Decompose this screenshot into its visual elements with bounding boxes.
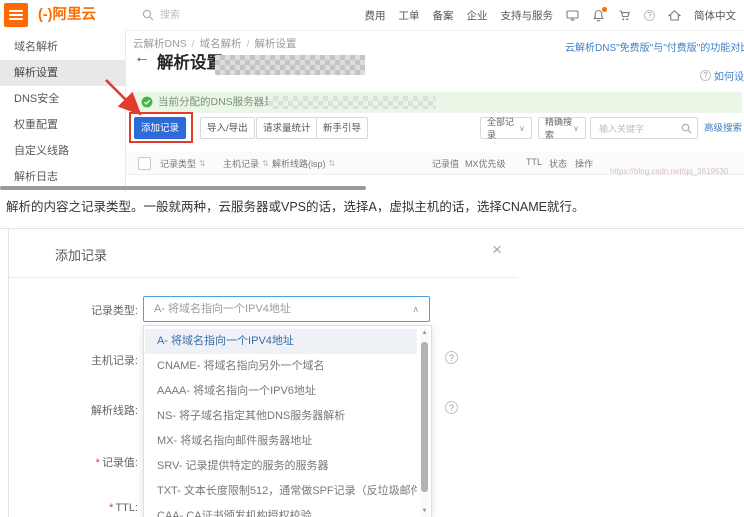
sort-icon[interactable]: ⇅ xyxy=(199,159,206,168)
info-circle-icon: ? xyxy=(700,70,711,81)
sidebar-item-weight-config[interactable]: 权重配置 xyxy=(0,112,125,138)
topnav-item-tickets[interactable]: 工单 xyxy=(399,8,420,23)
dropdown-option-txt[interactable]: TXT- 文本长度限制512，通常做SPF记录（反垃圾邮件） xyxy=(145,479,417,504)
global-search-input[interactable] xyxy=(158,8,292,22)
table-header-record-value: 记录值 xyxy=(432,159,460,169)
table-header-mx-priority: MX优先级 xyxy=(465,159,506,169)
redacted-dns-servers xyxy=(268,96,436,109)
line-help-icon[interactable]: ? xyxy=(445,401,458,414)
chevron-down-icon: ∨ xyxy=(573,123,579,133)
import-export-button[interactable]: 导入/导出 xyxy=(200,117,255,139)
language-selector[interactable]: 简体中文 xyxy=(694,8,736,23)
aliyun-logo[interactable]: (-)阿里云 xyxy=(38,0,96,30)
top-nav: 费用 工单 备案 企业 支持与服务 ? 简体中文 xyxy=(365,0,736,30)
host-record-help-icon[interactable]: ? xyxy=(445,351,458,364)
scrollbar-thumb[interactable] xyxy=(421,342,428,492)
scroll-up-icon[interactable]: ▲ xyxy=(420,330,429,336)
table-header-record-type[interactable]: 记录类型 ⇅ xyxy=(160,157,206,170)
console-window: (-)阿里云 费用 工单 备案 企业 支持与服务 xyxy=(0,0,744,192)
success-check-icon xyxy=(141,96,153,108)
sidebar-item-domain-resolution[interactable]: 域名解析 xyxy=(0,34,125,60)
back-arrow-button[interactable]: ← xyxy=(134,49,150,67)
scroll-down-icon[interactable]: ▼ xyxy=(420,508,429,514)
close-icon[interactable]: × xyxy=(492,241,502,258)
record-type-select[interactable]: A- 将域名指向一个IPV4地址 ∧ xyxy=(143,296,430,322)
notice-text: 当前分配的DNS服务器是： xyxy=(158,96,286,108)
sidebar-item-resolution-settings[interactable]: 解析设置 xyxy=(0,60,125,86)
search-mode-select[interactable]: 精确搜索 ∨ xyxy=(538,117,586,140)
cart-icon[interactable] xyxy=(618,9,631,22)
record-type-selected-value: A- 将域名指向一个IPV4地址 xyxy=(154,303,291,315)
sidebar-item-custom-lines[interactable]: 自定义线路 xyxy=(0,138,125,164)
dialog-top-border xyxy=(0,228,744,229)
table-header-host-record[interactable]: 主机记录 ⇅ xyxy=(223,157,269,170)
table-header-line[interactable]: 解析线路(isp) ⇅ xyxy=(272,157,335,170)
topnav-item-icp[interactable]: 备案 xyxy=(433,8,454,23)
table-header-ttl: TTL xyxy=(526,157,543,167)
chevron-up-icon: ∧ xyxy=(412,304,419,314)
field-label-ttl: * TTL: xyxy=(109,502,138,514)
table-header-actions: 操作 xyxy=(575,159,594,169)
top-header: (-)阿里云 费用 工单 备案 企业 支持与服务 xyxy=(0,0,744,31)
breadcrumb-item: 解析设置 xyxy=(254,38,297,50)
dialog-header-divider xyxy=(9,277,518,278)
required-asterisk: * xyxy=(95,457,100,469)
page-title: 解析设置 xyxy=(157,54,223,72)
plan-compare-link[interactable]: 云解析DNS"免费版"与"付费版"的功能对比 xyxy=(565,39,744,54)
table-header-status: 状态 xyxy=(549,159,568,169)
sidebar: 域名解析 解析设置 DNS安全 权重配置 自定义线路 解析日志 xyxy=(0,30,126,192)
notifications-bell-icon[interactable] xyxy=(592,6,607,22)
notification-dot xyxy=(602,6,607,12)
csdn-watermark: https://blog.csdn.net/qq_3619530 xyxy=(610,167,729,176)
record-type-dropdown: A- 将域名指向一个IPV4地址 CNAME- 将域名指向另外一个域名 AAAA… xyxy=(143,325,432,517)
global-search xyxy=(142,4,312,26)
topnav-item-billing[interactable]: 费用 xyxy=(365,8,386,23)
select-all-checkbox[interactable] xyxy=(138,157,151,170)
menu-toggle-button[interactable] xyxy=(4,3,28,27)
topnav-item-support[interactable]: 支持与服务 xyxy=(501,8,554,23)
add-record-button[interactable]: 添加记录 xyxy=(134,117,187,139)
dropdown-option-a[interactable]: A- 将域名指向一个IPV4地址 xyxy=(145,329,417,354)
required-asterisk: * xyxy=(109,502,114,514)
dropdown-option-cname[interactable]: CNAME- 将域名指向另外一个域名 xyxy=(145,354,417,379)
advanced-search-link[interactable]: 高级搜索▼ xyxy=(704,120,744,134)
field-label-line: 解析线路: xyxy=(90,405,138,417)
sidebar-item-dns-security[interactable]: DNS安全 xyxy=(0,86,125,112)
field-label-record-type: 记录类型: xyxy=(90,305,138,317)
request-stats-button[interactable]: 请求量统计 xyxy=(256,117,318,139)
dropdown-option-aaaa[interactable]: AAAA- 将域名指向一个IPV6地址 xyxy=(145,379,417,404)
dropdown-option-caa[interactable]: CAA- CA证书颁发机构授权校验 xyxy=(145,504,417,517)
topnav-item-enterprise[interactable]: 企业 xyxy=(467,8,488,23)
help-icon[interactable]: ? xyxy=(644,9,655,21)
record-type-filter-select[interactable]: 全部记录 ∨ xyxy=(480,117,532,140)
dropdown-option-ns[interactable]: NS- 将子域名指定其他DNS服务器解析 xyxy=(145,404,417,429)
tutorial-caption: 解析的内容之记录类型。一般就两种，云服务器或VPS的话，选择A，虚拟主机的话，选… xyxy=(6,200,585,214)
keyword-search-box xyxy=(590,117,698,139)
chevron-down-icon: ∨ xyxy=(519,123,525,133)
screenshot-root: (-)阿里云 费用 工单 备案 企业 支持与服务 xyxy=(0,0,744,517)
dropdown-option-srv[interactable]: SRV- 记录提供特定的服务的服务器 xyxy=(145,454,417,479)
field-label-host-record: 主机记录: xyxy=(90,355,138,367)
home-icon[interactable] xyxy=(668,9,681,22)
dropdown-option-mx[interactable]: MX- 将域名指向邮件服务器地址 xyxy=(145,429,417,454)
field-label-record-value: * 记录值: xyxy=(95,457,138,469)
redacted-domain-name xyxy=(215,55,365,75)
keyword-input[interactable] xyxy=(597,119,685,139)
sort-icon[interactable]: ⇅ xyxy=(329,159,336,168)
dns-server-notice: 当前分配的DNS服务器是： xyxy=(133,92,742,113)
beginner-guide-button[interactable]: 新手引导 xyxy=(316,117,369,139)
console-monitor-icon[interactable] xyxy=(566,9,579,22)
dialog-left-border xyxy=(8,228,9,517)
dialog-title: 添加记录 xyxy=(55,248,108,263)
dropdown-scrollbar[interactable]: ▲ ▼ xyxy=(420,328,429,517)
search-icon xyxy=(681,123,692,134)
horizontal-scrollbar-thumb xyxy=(0,186,366,190)
search-icon xyxy=(142,9,154,21)
setup-help-link[interactable]: ? 如何设置解析 xyxy=(700,68,744,83)
sort-icon[interactable]: ⇅ xyxy=(262,159,269,168)
